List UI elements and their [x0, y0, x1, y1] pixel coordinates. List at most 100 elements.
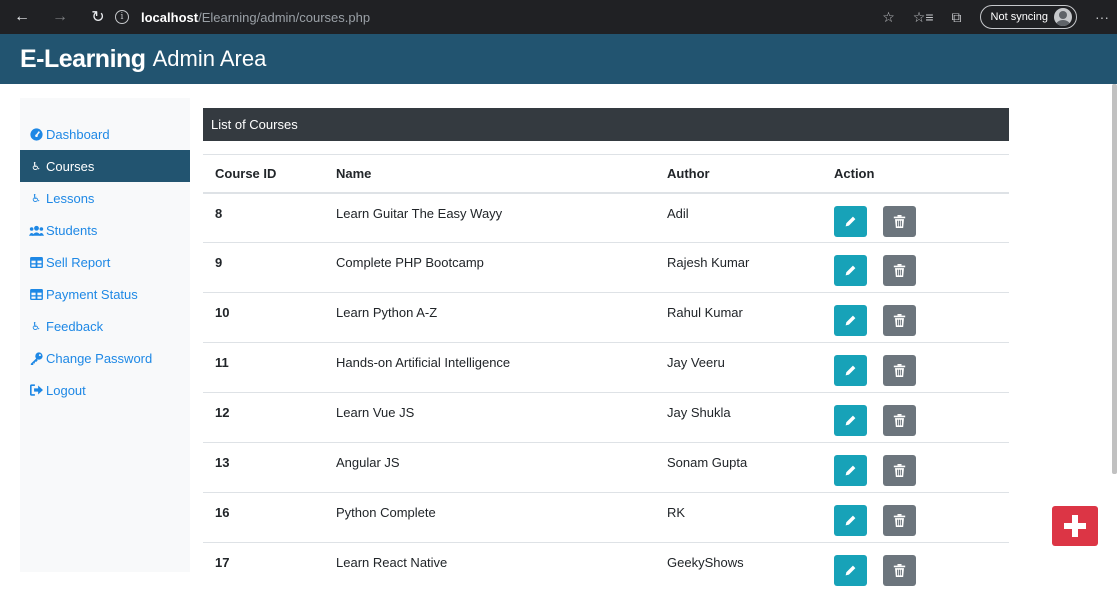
browser-toolbar: ← → ↻ i localhost/Elearning/admin/course… [0, 0, 1117, 34]
add-course-button[interactable] [1052, 506, 1098, 546]
sidebar-item-label: Payment Status [46, 286, 138, 302]
action-cell [834, 342, 1009, 393]
course-author-cell: Rajesh Kumar [667, 242, 834, 293]
back-arrow-icon[interactable]: ← [8, 3, 36, 31]
delete-button[interactable] [883, 355, 916, 386]
pencil-icon [844, 464, 857, 477]
course-author-cell: GeekyShows [667, 542, 834, 593]
delete-button[interactable] [883, 305, 916, 336]
column-header-name: Name [336, 154, 667, 194]
pencil-icon [844, 215, 857, 228]
table-row: 16 Python Complete RK [203, 492, 1009, 543]
table-header-row: Course ID Name Author Action [203, 154, 1009, 194]
action-cell [834, 392, 1009, 443]
edit-button[interactable] [834, 555, 867, 586]
table-row: 10 Learn Python A-Z Rahul Kumar [203, 292, 1009, 343]
table-row: 8 Learn Guitar The Easy Wayy Adil [203, 192, 1009, 243]
action-cell [834, 192, 1009, 243]
favorites-icon[interactable]: ☆≡ [913, 9, 934, 26]
more-icon[interactable]: ··· [1095, 9, 1109, 25]
accessible-icon: ♿ [31, 320, 41, 333]
collections-icon[interactable]: ⧉ [952, 9, 962, 26]
course-name-cell: Learn Vue JS [336, 392, 667, 443]
sidebar-item-payment-status[interactable]: Payment Status [20, 278, 190, 310]
table-icon [28, 288, 44, 300]
course-author-cell: Adil [667, 192, 834, 243]
trash-icon [893, 364, 906, 377]
table-row: 9 Complete PHP Bootcamp Rajesh Kumar [203, 242, 1009, 293]
course-name-cell: Learn Python A-Z [336, 292, 667, 343]
delete-button[interactable] [883, 405, 916, 436]
sidebar-item-label: Change Password [46, 350, 153, 366]
column-header-action: Action [834, 154, 1009, 194]
sidebar-item-logout[interactable]: Logout [20, 374, 190, 406]
star-icon[interactable]: ☆ [882, 9, 895, 26]
users-icon [28, 225, 44, 236]
trash-icon [893, 414, 906, 427]
action-cell [834, 492, 1009, 543]
course-id-cell: 17 [203, 542, 336, 593]
trash-icon [893, 514, 906, 527]
app-header: E-Learning Admin Area [0, 34, 1117, 84]
course-id-cell: 9 [203, 242, 336, 293]
edit-button[interactable] [834, 255, 867, 286]
sync-button[interactable]: Not syncing [979, 5, 1077, 29]
sidebar-item-students[interactable]: Students [20, 214, 190, 246]
delete-button[interactable] [883, 255, 916, 286]
url-path: /Elearning/admin/courses.php [198, 9, 371, 25]
brand-title[interactable]: E-Learning [20, 45, 146, 74]
delete-button[interactable] [883, 555, 916, 586]
sidebar-item-dashboard[interactable]: Dashboard [20, 118, 190, 150]
plus-icon [1064, 515, 1086, 537]
refresh-icon[interactable]: ↻ [84, 3, 112, 31]
column-header-course-id: Course ID [203, 154, 336, 194]
action-cell [834, 242, 1009, 293]
trash-icon [893, 264, 906, 277]
column-header-author: Author [667, 154, 834, 194]
sidebar-item-sell-report[interactable]: Sell Report [20, 246, 190, 278]
delete-button[interactable] [883, 505, 916, 536]
pencil-icon [844, 364, 857, 377]
courses-table: Course ID Name Author Action 8 Learn Guit… [203, 154, 1009, 593]
delete-button[interactable] [883, 455, 916, 486]
edit-button[interactable] [834, 305, 867, 336]
sidebar-item-change-password[interactable]: Change Password [20, 342, 190, 374]
panel-title: List of Courses [203, 108, 1009, 141]
pencil-icon [844, 314, 857, 327]
pencil-icon [844, 414, 857, 427]
sync-label: Not syncing [990, 11, 1048, 23]
sidebar-item-lessons[interactable]: ♿ Lessons [20, 182, 190, 214]
action-cell [834, 292, 1009, 343]
sidebar: Dashboard ♿ Courses ♿ Lessons Students S… [20, 98, 190, 572]
course-author-cell: Jay Veeru [667, 342, 834, 393]
table-row: 13 Angular JS Sonam Gupta [203, 442, 1009, 493]
sidebar-item-courses[interactable]: ♿ Courses [20, 150, 190, 182]
course-name-cell: Hands-on Artificial Intelligence [336, 342, 667, 393]
table-row: 11 Hands-on Artificial Intelligence Jay Ve… [203, 342, 1009, 393]
forward-arrow-icon[interactable]: → [46, 3, 74, 31]
edit-button[interactable] [834, 405, 867, 436]
course-name-cell: Learn React Native [336, 542, 667, 593]
edit-button[interactable] [834, 455, 867, 486]
sidebar-item-label: Students [46, 222, 98, 238]
info-icon[interactable]: i [115, 10, 129, 24]
edit-button[interactable] [834, 505, 867, 536]
pencil-icon [844, 564, 857, 577]
sidebar-item-feedback[interactable]: ♿ Feedback [20, 310, 190, 342]
edit-button[interactable] [834, 355, 867, 386]
pencil-icon [844, 514, 857, 527]
course-name-cell: Learn Guitar The Easy Wayy [336, 192, 667, 243]
sidebar-item-label: Sell Report [46, 254, 111, 270]
trash-icon [893, 314, 906, 327]
edit-button[interactable] [834, 205, 867, 237]
address-bar[interactable]: i localhost/Elearning/admin/courses.php [115, 6, 370, 28]
page-scrollbar[interactable] [1112, 84, 1117, 474]
pencil-icon [844, 264, 857, 277]
sidebar-item-label: Courses [46, 158, 95, 174]
course-id-cell: 12 [203, 392, 336, 443]
delete-button[interactable] [883, 205, 916, 237]
table-row: 12 Learn Vue JS Jay Shukla [203, 392, 1009, 443]
brand-subtitle: Admin Area [152, 46, 267, 71]
course-name-cell: Angular JS [336, 442, 667, 493]
key-icon [28, 351, 44, 365]
